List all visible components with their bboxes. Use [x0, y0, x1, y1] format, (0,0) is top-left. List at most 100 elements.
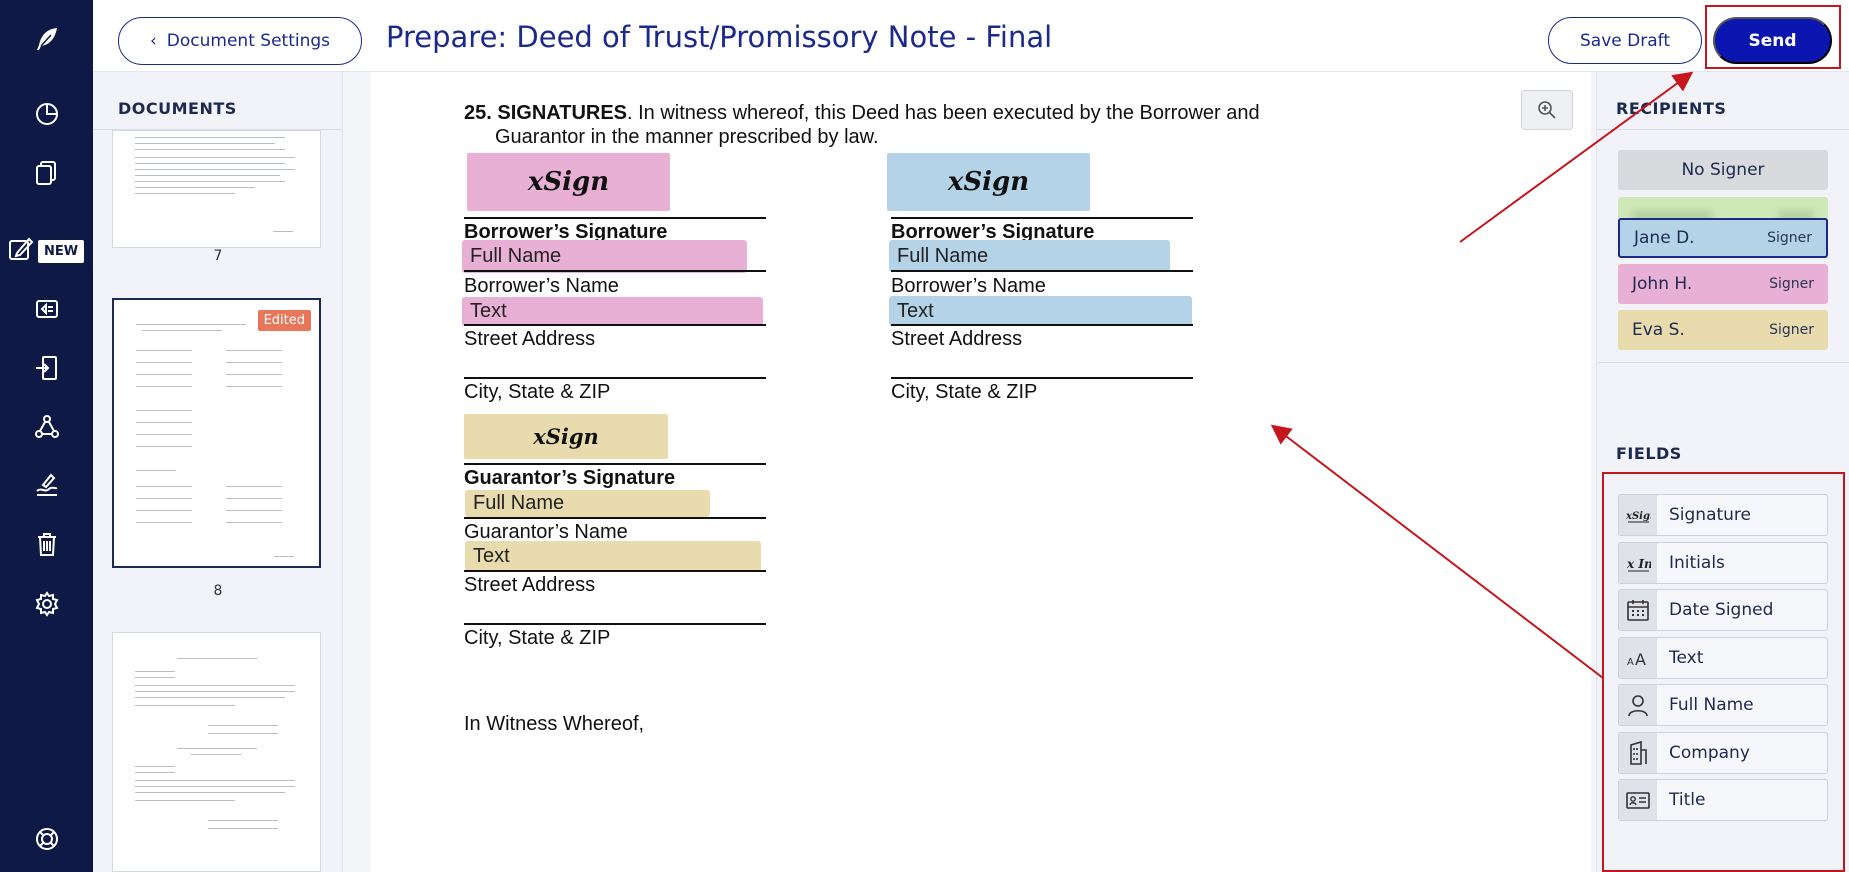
signature-line — [464, 463, 766, 465]
text-size-icon: AA — [1619, 638, 1657, 678]
section-heading: SIGNATURES — [497, 102, 628, 124]
signing-hand-icon[interactable] — [28, 466, 66, 504]
recipient-name: No Signer — [1681, 160, 1765, 180]
field-text[interactable]: AA Text — [1618, 637, 1828, 679]
borrower-1-name-label: Borrower’s Name — [464, 275, 619, 297]
field-signature[interactable]: xSign Signature — [1618, 494, 1828, 536]
save-draft-button[interactable]: Save Draft — [1548, 17, 1702, 64]
guarantor-street-label: Street Address — [464, 574, 596, 596]
field-label: Title — [1669, 790, 1706, 810]
field-initials[interactable]: x Int Initials — [1618, 542, 1828, 584]
svg-text:xSign: xSign — [1625, 511, 1651, 522]
field-company[interactable]: Company — [1618, 732, 1828, 774]
page-title: Prepare: Deed of Trust/Promissory Note -… — [386, 20, 1053, 54]
witness-text: In Witness Whereof, — [464, 713, 645, 735]
name-line — [464, 517, 766, 519]
borrower-1-signature-field[interactable]: xSign — [467, 153, 670, 211]
sign-in-door-icon[interactable] — [28, 349, 66, 387]
guarantor-text-field[interactable]: Text — [465, 541, 761, 571]
id-card-icon — [1619, 780, 1657, 820]
recipient-role: Signer — [1769, 322, 1814, 338]
feather-logo-icon[interactable] — [28, 20, 66, 58]
workflow-triangle-icon[interactable] — [28, 408, 66, 446]
right-panel: RECIPIENTS No Signer Jane D. Signer John… — [1596, 72, 1849, 872]
chevron-left-icon: ‹ — [149, 31, 157, 51]
borrower-1-full-name-field[interactable]: Full Name — [462, 240, 747, 273]
borrower-1-text-field[interactable]: Text — [462, 297, 763, 326]
section-text-2: Guarantor in the manner prescribed by la… — [495, 126, 879, 148]
borrower-2-text-field[interactable]: Text — [889, 296, 1192, 326]
city-line — [891, 377, 1193, 379]
page-thumbnail-9[interactable] — [112, 632, 321, 872]
field-label: Date Signed — [1669, 600, 1774, 620]
guarantor-signature-field[interactable]: xSign — [464, 414, 668, 459]
signature-line — [464, 217, 766, 219]
page-thumbnail-7[interactable] — [112, 130, 321, 248]
zoom-in-icon — [1538, 101, 1556, 119]
name-line — [891, 270, 1193, 272]
documents-panel: DOCUMENTS 7 Edited 8 — [93, 72, 343, 872]
page-thumbnail-8[interactable]: Edited — [112, 298, 321, 568]
field-title[interactable]: Title — [1618, 779, 1828, 821]
guarantor-signature-label: Guarantor’s Signature — [464, 467, 676, 489]
city-line — [464, 377, 766, 379]
templates-icon[interactable] — [28, 290, 66, 328]
recipient-john[interactable]: John H. Signer — [1618, 264, 1828, 304]
borrower-1-street-label: Street Address — [464, 328, 596, 350]
new-document-edit-icon[interactable] — [2, 230, 40, 268]
guarantor-full-name-field[interactable]: Full Name — [465, 490, 710, 517]
field-date-signed[interactable]: Date Signed — [1618, 589, 1828, 631]
xsign-mark: xSign — [527, 167, 610, 197]
zoom-button[interactable] — [1521, 90, 1573, 130]
recipient-role: Signer — [1769, 276, 1814, 292]
xsign-icon: xSign — [1619, 495, 1657, 535]
svg-text:A: A — [1635, 650, 1646, 669]
recipient-jane[interactable]: Jane D. Signer — [1618, 218, 1828, 258]
trash-icon[interactable] — [28, 525, 66, 563]
fields-heading: FIELDS — [1616, 444, 1682, 463]
svg-text:A: A — [1627, 657, 1634, 668]
recipients-divider — [1597, 129, 1849, 130]
document-page: 25. SIGNATURES. In witness whereof, this… — [370, 72, 1591, 872]
help-lifebuoy-icon[interactable] — [28, 820, 66, 858]
calendar-icon — [1619, 590, 1657, 630]
recipient-name: Jane D. — [1634, 228, 1695, 248]
borrower-2-street-label: Street Address — [891, 328, 1023, 350]
address-line — [891, 324, 1193, 326]
field-label: Signature — [1669, 505, 1752, 525]
address-line — [464, 324, 766, 326]
recipient-role: Signer — [1767, 230, 1812, 246]
borrower-2-signature-field[interactable]: xSign — [887, 153, 1090, 211]
recipient-no-signer[interactable]: No Signer — [1618, 150, 1828, 190]
dashboard-pie-icon[interactable] — [28, 95, 66, 133]
xsign-mark: xSign — [533, 424, 599, 449]
borrower-2-city-label: City, State & ZIP — [891, 381, 1038, 403]
app: NEW ‹ Document Settings Prepare: Deed of… — [0, 0, 1849, 872]
address-line — [464, 570, 766, 572]
edited-badge: Edited — [257, 310, 311, 331]
xsign-mark: xSign — [947, 167, 1030, 197]
send-button[interactable]: Send — [1713, 17, 1832, 64]
new-badge[interactable]: NEW — [38, 240, 85, 263]
building-icon — [1619, 733, 1657, 773]
recipient-eva[interactable]: Eva S. Signer — [1618, 310, 1828, 350]
city-line — [464, 623, 766, 625]
guarantor-city-label: City, State & ZIP — [464, 627, 611, 649]
borrower-1-city-label: City, State & ZIP — [464, 381, 611, 403]
document-settings-label: Document Settings — [166, 31, 330, 51]
field-full-name[interactable]: Full Name — [1618, 684, 1828, 726]
documents-icon[interactable] — [28, 153, 66, 191]
recipients-heading: RECIPIENTS — [1616, 99, 1727, 118]
page-number-8: 8 — [213, 583, 223, 599]
document-settings-button[interactable]: ‹ Document Settings — [118, 17, 362, 65]
top-header: ‹ Document Settings Prepare: Deed of Tru… — [93, 0, 1849, 72]
recipient-name: Eva S. — [1632, 320, 1685, 340]
field-label: Full Name — [1669, 695, 1754, 715]
documents-heading: DOCUMENTS — [118, 99, 237, 118]
nav-rail: NEW — [0, 0, 93, 872]
recipient-name: John H. — [1632, 274, 1693, 294]
settings-gear-icon[interactable] — [28, 585, 66, 623]
name-line — [464, 270, 766, 272]
signature-line — [891, 217, 1193, 219]
borrower-2-full-name-field[interactable]: Full Name — [889, 240, 1170, 272]
